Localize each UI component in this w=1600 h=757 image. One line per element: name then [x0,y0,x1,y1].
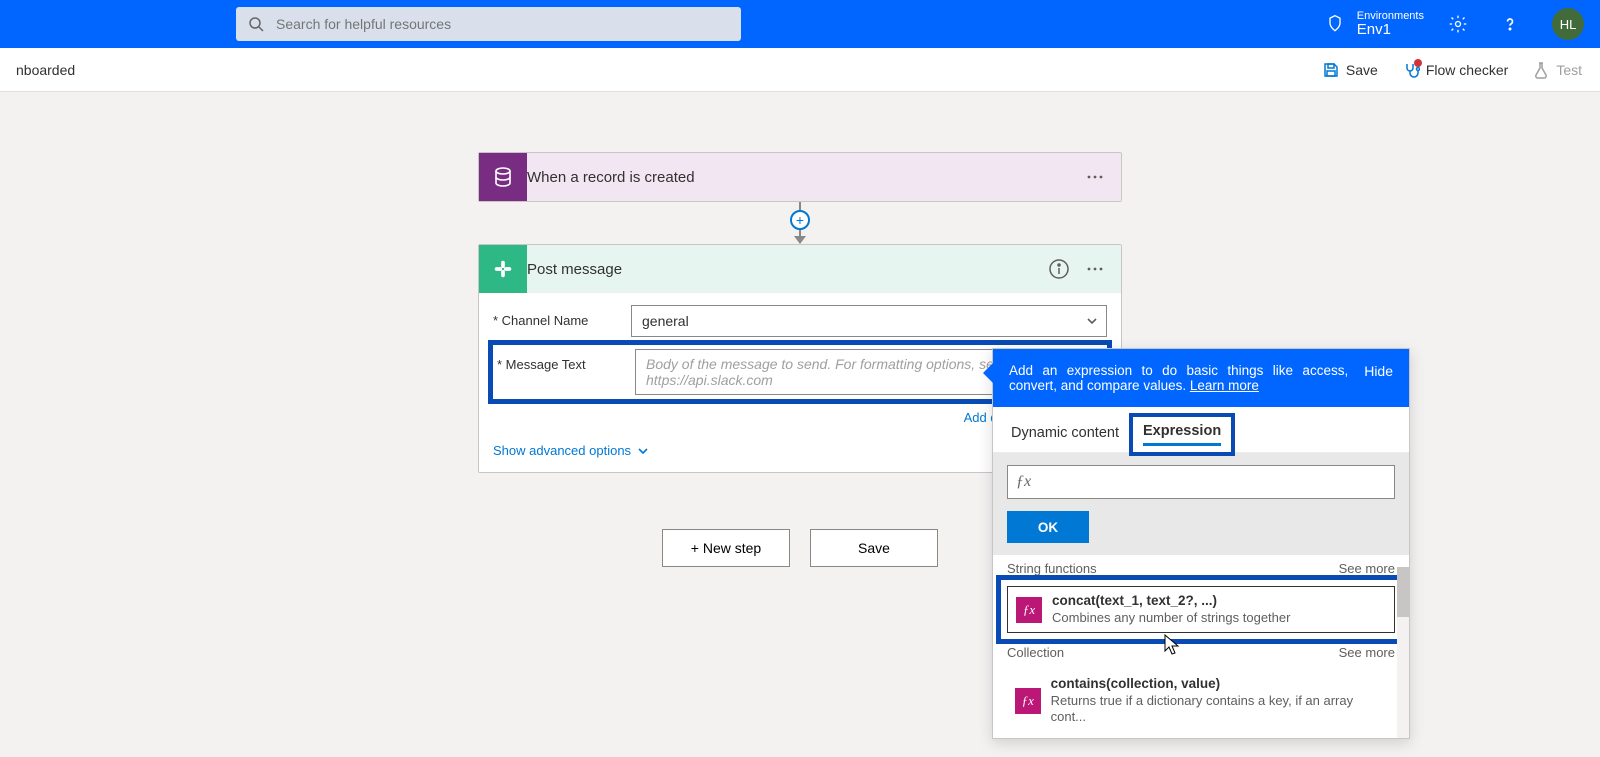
learn-more-link[interactable]: Learn more [1190,378,1259,393]
fx-badge-icon: ƒx [1016,597,1042,623]
channel-row: * Channel Name general [493,305,1107,337]
hide-panel-link[interactable]: Hide [1364,363,1393,393]
avatar[interactable]: HL [1552,8,1584,40]
expression-input[interactable]: ƒx [1007,465,1395,499]
flow-checker-label: Flow checker [1426,62,1508,78]
command-bar: nboarded Save Flow checker Test [0,48,1600,92]
see-more-collection[interactable]: See more [1339,645,1395,660]
section-collection: Collection See more [993,639,1409,664]
trigger-menu-button[interactable] [1077,159,1113,195]
save-label: Save [1346,62,1378,78]
search-icon [248,16,264,32]
ok-button[interactable]: OK [1007,511,1089,543]
action-header[interactable]: Post message [479,245,1121,293]
header-bar: Environments Env1 HL [0,0,1600,48]
section-string-functions: String functions See more [993,555,1409,580]
panel-scrollbar[interactable] [1397,567,1409,738]
test-button[interactable]: Test [1530,57,1584,83]
alert-dot-icon [1414,59,1422,67]
gear-icon[interactable] [1448,14,1468,34]
panel-header: Add an expression to do basic things lik… [993,349,1409,407]
message-label: * Message Text [497,349,627,372]
save-button[interactable]: Save [1320,57,1380,83]
environment-label: Environments [1357,10,1424,22]
see-more-string[interactable]: See more [1339,561,1395,576]
trigger-card[interactable]: When a record is created [478,152,1122,202]
action-menu-button[interactable] [1077,251,1113,287]
channel-value: general [642,313,689,329]
search-input[interactable] [236,7,741,41]
help-icon[interactable] [1500,14,1520,34]
tab-expression[interactable]: Expression [1143,423,1221,446]
panel-tabs: Dynamic content Expression [993,407,1409,453]
beaker-icon [1532,61,1550,79]
chevron-down-icon [637,445,649,457]
info-button[interactable] [1041,251,1077,287]
fn-concat[interactable]: ƒx concat(text_1, text_2?, ...) Combines… [1007,586,1395,633]
test-label: Test [1556,62,1582,78]
database-icon [479,153,527,201]
save-flow-button[interactable]: Save [810,529,938,567]
fx-icon: ƒx [1016,473,1031,491]
environment-icon [1325,14,1345,34]
save-icon [1322,61,1340,79]
trigger-title: When a record is created [527,169,1077,186]
new-step-button[interactable]: + New step [662,529,790,567]
stethoscope-icon [1402,61,1420,79]
chevron-down-icon [1085,314,1099,328]
fx-badge-icon: ƒx [1015,688,1041,714]
concat-highlight: ƒx concat(text_1, text_2?, ...) Combines… [1001,580,1401,639]
tab-dynamic-content[interactable]: Dynamic content [1007,417,1123,452]
action-title: Post message [527,261,1041,278]
channel-label: * Channel Name [493,305,623,328]
environment-picker[interactable]: Environments Env1 [1325,10,1424,39]
insert-step-button[interactable]: + [790,210,810,230]
tab-expression-highlight: Expression [1133,417,1231,452]
fn-contains[interactable]: ƒx contains(collection, value) Returns t… [1007,670,1395,731]
fn-contains-block: ƒx contains(collection, value) Returns t… [1001,664,1401,737]
expression-panel: Add an expression to do basic things lik… [992,348,1410,739]
expression-body: ƒx OK [993,453,1409,555]
environment-name: Env1 [1357,22,1424,39]
channel-select[interactable]: general [631,305,1107,337]
flow-checker-button[interactable]: Flow checker [1400,57,1510,83]
connector-arrow: + [799,202,801,244]
search-wrap [236,7,741,41]
breadcrumb: nboarded [16,62,75,78]
bottom-buttons: + New step Save [662,529,938,567]
slack-icon [479,245,527,293]
